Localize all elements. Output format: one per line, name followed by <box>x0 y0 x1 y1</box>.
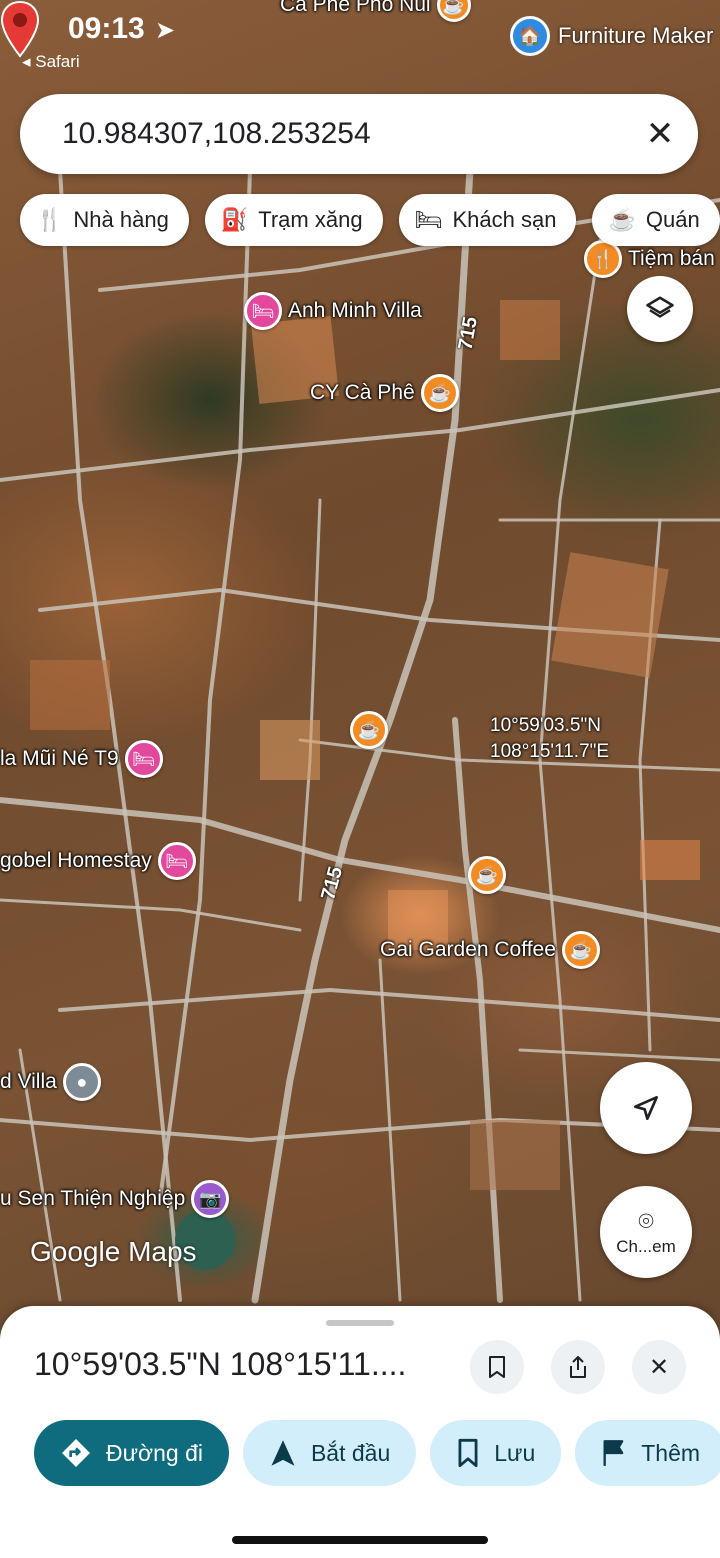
coffee-icon: ☕ <box>436 0 471 22</box>
home-indicator[interactable] <box>232 1536 488 1544</box>
status-right-place[interactable]: 🏠 Furniture Maker <box>510 16 713 56</box>
close-icon[interactable]: ✕ <box>630 104 690 164</box>
status-right-label: Furniture Maker <box>558 23 714 48</box>
hotel-icon: 🛏 <box>414 207 443 232</box>
search-bar[interactable]: 10.984307,108.253254 ✕ <box>20 94 698 174</box>
start-label: Bắt đầu <box>310 1439 391 1466</box>
poi-label: d Villa <box>0 1070 57 1093</box>
poi-label: Gai Garden Coffee <box>380 938 556 961</box>
bookmark-icon <box>458 1438 478 1468</box>
more-button[interactable]: Thêm <box>575 1420 720 1486</box>
search-input[interactable]: 10.984307,108.253254 <box>62 117 630 151</box>
poi-d-villa[interactable]: d Villa ● <box>0 1063 101 1101</box>
gas-station-icon: ⛽ <box>220 207 249 232</box>
chip-gas-stations[interactable]: ⛽ Trạm xăng <box>204 194 383 246</box>
poi-label: Tiệm bán <box>628 247 715 270</box>
pin-coordinates: 10°59'03.5"N 108°15'11.7"E <box>490 713 609 765</box>
pin-longitude: 108°15'11.7"E <box>490 741 610 762</box>
poi-mui-ne-t9[interactable]: la Mũi Né T9 🛏 <box>0 740 163 778</box>
flag-icon <box>603 1440 624 1466</box>
poi-top-cafe[interactable]: Cà Phê Phố Núi ☕ <box>280 0 471 22</box>
close-sheet-button[interactable]: ✕ <box>632 1340 686 1394</box>
poi-cafe-near-pin[interactable]: ☕ <box>350 711 388 749</box>
more-label: Thêm <box>641 1439 701 1466</box>
lens-label: Ch...em <box>616 1237 676 1256</box>
chip-cafes[interactable]: ☕ Quán <box>592 194 720 246</box>
directions-icon <box>62 1439 90 1467</box>
camera-icon: ⌾ <box>638 1206 654 1236</box>
back-to-safari[interactable]: ◂ Safari <box>22 52 80 72</box>
layers-icon <box>646 296 674 318</box>
chip-label: Trạm xăng <box>258 207 363 232</box>
lens-button[interactable]: ⌾ Ch...em <box>600 1186 692 1278</box>
my-location-button[interactable] <box>600 1062 692 1154</box>
coffee-icon: ☕ <box>350 711 388 749</box>
save-action-button[interactable]: Lưu <box>430 1420 562 1486</box>
chip-restaurants[interactable]: 🍴 Nhà hàng <box>20 194 189 246</box>
directions-button[interactable]: Đường đi <box>34 1420 229 1486</box>
poi-label: gobel Homestay <box>0 849 152 872</box>
place-icon: ● <box>62 1063 101 1101</box>
hotel-icon: 🛏 <box>157 842 196 880</box>
poi-label: Anh Minh Villa <box>288 299 422 322</box>
chip-label: Khách sạn <box>452 207 557 232</box>
save-label: Lưu <box>494 1439 536 1466</box>
coffee-icon: ☕ <box>420 374 459 412</box>
action-buttons: Đường đi Bắt đầu Lưu Thêm <box>34 1420 720 1486</box>
furniture-store-icon: 🏠 <box>510 16 550 56</box>
poi-label: CY Cà Phê <box>310 381 415 404</box>
poi-label: Cà Phê Phố Núi <box>280 0 431 16</box>
place-bottom-sheet[interactable]: 10°59'03.5"N 108°15'11.... ✕ Đường đi Bắ… <box>0 1306 720 1558</box>
poi-cy-cafe[interactable]: CY Cà Phê ☕ <box>310 374 459 412</box>
directions-label: Đường đi <box>106 1439 203 1466</box>
share-button[interactable] <box>551 1340 605 1394</box>
pin-latitude: 10°59'03.5"N <box>490 715 601 736</box>
navigation-arrow-icon <box>634 1096 658 1120</box>
restaurant-icon: 🍴 <box>36 207 64 232</box>
location-arrow-icon: ➤ <box>155 17 176 44</box>
share-icon <box>570 1356 586 1378</box>
save-button[interactable] <box>470 1340 524 1394</box>
google-maps-attribution: Google Maps <box>30 1236 197 1267</box>
hotel-icon: 🛏 <box>124 740 163 778</box>
sheet-title: 10°59'03.5"N 108°15'11.... <box>34 1346 407 1382</box>
close-icon: ✕ <box>648 1353 670 1381</box>
poi-anh-minh-villa[interactable]: 🛏 Anh Minh Villa <box>244 292 422 330</box>
chip-hotels[interactable]: 🛏 Khách sạn <box>398 194 577 246</box>
coffee-icon: ☕ <box>468 856 506 894</box>
chip-label: Nhà hàng <box>73 207 169 232</box>
cafe-icon: ☕ <box>608 207 636 232</box>
hotel-icon: 🛏 <box>244 292 282 330</box>
layers-button[interactable] <box>627 276 693 342</box>
poi-label: u Sen Thiện Nghiệp <box>0 1187 186 1210</box>
poi-cafe-south[interactable]: ☕ <box>468 856 506 894</box>
bookmark-icon <box>489 1356 505 1378</box>
location-pin-icon[interactable] <box>0 0 40 60</box>
camera-icon: 📷 <box>191 1180 230 1218</box>
poi-label: la Mũi Né T9 <box>0 747 119 770</box>
category-chips: 🍴 Nhà hàng ⛽ Trạm xăng 🛏 Khách sạn ☕ Quá… <box>20 194 720 246</box>
sheet-drag-handle[interactable] <box>326 1320 394 1326</box>
navigation-icon <box>271 1440 295 1466</box>
coffee-icon: ☕ <box>561 931 600 969</box>
start-button[interactable]: Bắt đầu <box>242 1420 417 1486</box>
poi-sen-thien-nghiep[interactable]: u Sen Thiện Nghiệp 📷 <box>0 1180 230 1218</box>
poi-gai-garden-coffee[interactable]: Gai Garden Coffee ☕ <box>380 931 600 969</box>
chip-label: Quán <box>645 207 700 232</box>
poi-gobel-homestay[interactable]: gobel Homestay 🛏 <box>0 842 196 880</box>
status-time: 09:13 <box>68 12 145 45</box>
